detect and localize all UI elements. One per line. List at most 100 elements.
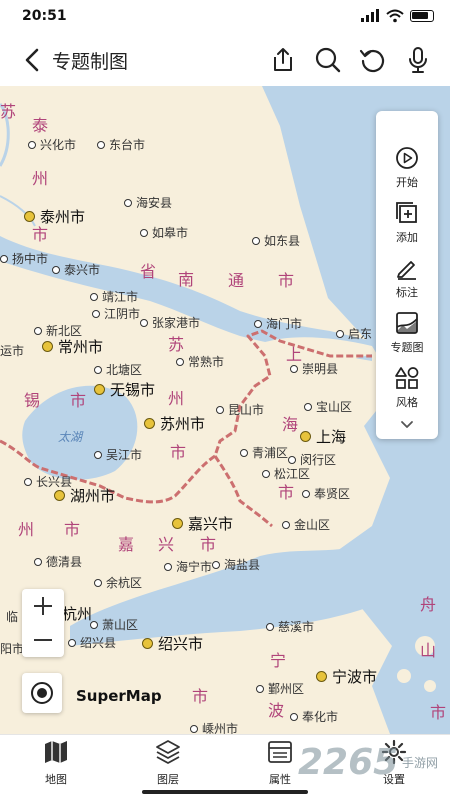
attribute-table-icon: [268, 741, 292, 763]
add-button[interactable]: 添加: [376, 199, 438, 254]
watermark-logo: 2265: [298, 742, 399, 783]
map-label: 宁: [270, 651, 288, 670]
map-label: 苏: [0, 102, 18, 121]
map-label: 杭州: [62, 605, 93, 623]
locate-button[interactable]: [22, 673, 62, 713]
add-layer-icon: [396, 202, 417, 223]
map-label: 嘉: [118, 535, 136, 554]
map-label: 鄞州区: [256, 682, 304, 696]
start-button[interactable]: 开始: [376, 144, 438, 199]
map-label: 青浦区: [240, 446, 288, 460]
map-label: 嵊州市: [190, 722, 238, 734]
mark-button[interactable]: 标注: [376, 254, 438, 309]
app-header: 专题制图: [0, 34, 450, 86]
map-label: 松江区: [262, 467, 310, 481]
wifi-icon: [386, 9, 404, 23]
battery-icon: [410, 10, 434, 22]
page-title: 专题制图: [52, 51, 129, 73]
map-label: 阳市: [0, 642, 25, 656]
map-label: 张家港市: [140, 316, 200, 330]
map-label: 嘉兴市: [172, 517, 233, 532]
status-time: 20:51: [22, 8, 67, 24]
nav-layers[interactable]: 图层: [128, 737, 208, 791]
map-label: 泰: [32, 116, 50, 135]
style-button[interactable]: 风格: [376, 364, 438, 419]
map-label: 靖江市: [90, 290, 138, 304]
home-indicator[interactable]: [142, 790, 308, 794]
map-label: 如皋市: [140, 226, 188, 240]
map-label: 山: [420, 641, 438, 660]
map-label: 州: [32, 169, 50, 188]
map-label: 市: [170, 443, 188, 462]
map-label: 闵行区: [288, 453, 336, 467]
map-label: 海安县: [124, 196, 172, 210]
map-label: 常熟市: [176, 355, 224, 369]
map-label: 海门市: [254, 317, 302, 331]
pencil-icon: [397, 261, 416, 280]
map-label: 苏: [168, 335, 186, 354]
map-label: 苏州市: [144, 417, 205, 432]
map-label: 舟: [420, 595, 438, 614]
nav-map[interactable]: 地图: [16, 737, 96, 791]
map-label: 新北区: [34, 324, 82, 338]
map-label: 海: [282, 415, 300, 434]
zoom-out-button[interactable]: [22, 623, 64, 657]
map-label: 泰兴市: [52, 263, 100, 277]
signal-icon: [361, 9, 379, 22]
map-label: 萧山区: [90, 618, 138, 632]
map-label: 慈溪市: [266, 620, 314, 634]
map-label: 东台市: [97, 138, 145, 152]
map-label: 常州市: [42, 340, 103, 355]
map-label: 南: [178, 270, 196, 289]
map-label: 锡: [24, 391, 42, 410]
tool-panel: 开始 添加 标注 专题图 风格: [376, 111, 438, 439]
eye-icon: [31, 682, 53, 704]
map-label: 市: [70, 391, 88, 410]
map-label: 市: [278, 483, 296, 502]
plus-icon: [34, 597, 52, 615]
watermark-text: 手游网: [402, 756, 439, 770]
map-label: 省: [140, 262, 158, 281]
undo-icon[interactable]: [358, 45, 388, 75]
map-label: 上海: [300, 430, 346, 445]
microphone-icon[interactable]: [403, 45, 433, 75]
thematic-map-icon: [396, 312, 418, 334]
map-label: 州: [18, 520, 36, 539]
map-label: 市: [200, 535, 218, 554]
map-label: 兴: [158, 535, 176, 554]
map-label: 如东县: [252, 234, 300, 248]
map-label: 宁波市: [316, 670, 377, 685]
map-label: 市: [192, 687, 210, 706]
status-bar: 20:51: [0, 0, 450, 34]
layers-icon: [156, 740, 180, 764]
zoom-in-button[interactable]: [22, 589, 64, 623]
chevron-down-icon[interactable]: [399, 417, 415, 433]
map-icon: [45, 741, 67, 763]
map-label: 绍兴市: [142, 637, 203, 652]
map-label: 德清县: [34, 555, 82, 569]
minus-icon: [34, 639, 52, 641]
map-label: 临: [6, 610, 19, 624]
map-label: 州: [168, 389, 186, 408]
map-label: 吴江市: [94, 448, 142, 462]
map-label: 绍兴县: [68, 636, 116, 650]
map-label: 昆山市: [216, 403, 264, 417]
map-label: 市: [32, 225, 50, 244]
map-label: 运市: [0, 344, 25, 358]
map-label: 奉贤区: [302, 487, 350, 501]
map-label: 市: [64, 520, 82, 539]
thematic-map-button[interactable]: 专题图: [376, 309, 438, 364]
map-label: 金山区: [282, 518, 330, 532]
map-label: 海盐县: [212, 558, 260, 572]
style-icon: [395, 367, 419, 389]
map-label: 宝山区: [304, 400, 352, 414]
play-icon: [396, 147, 418, 169]
back-icon[interactable]: [18, 45, 48, 75]
search-icon[interactable]: [313, 45, 343, 75]
map-label: 江阴市: [92, 307, 140, 321]
brand-logo-text: SuperMap: [76, 687, 162, 705]
share-icon[interactable]: [268, 45, 298, 75]
map-label: 上: [286, 345, 304, 364]
map-label: 余杭区: [94, 576, 142, 590]
map-label: 北塘区: [94, 363, 142, 377]
